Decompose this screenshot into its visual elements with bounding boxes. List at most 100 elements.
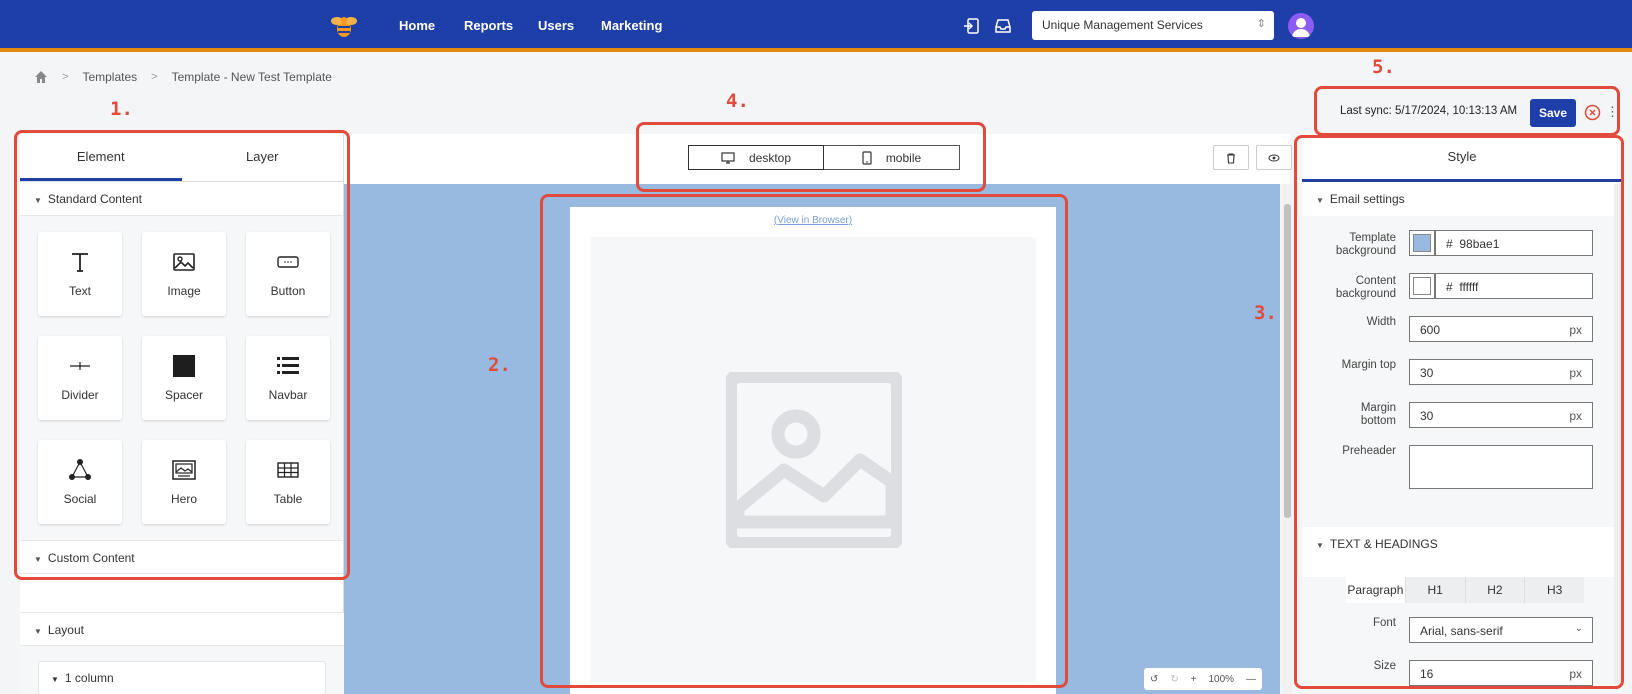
tab-layer[interactable]: Layer (182, 134, 344, 181)
preview-button[interactable] (1256, 145, 1292, 170)
section-title: Standard Content (47, 192, 142, 206)
chevron-right-icon: > (62, 71, 69, 83)
element-table[interactable]: Table (246, 440, 330, 524)
content-bg-input[interactable]: # ffffff (1435, 273, 1593, 299)
label-width: Width (1366, 316, 1396, 328)
email-settings-form: Template background # 98bae1 Content backg… (1302, 216, 1622, 527)
undo-icon[interactable]: ↺ (1150, 674, 1158, 685)
triangle-down-icon: ▼ (34, 627, 42, 636)
tab-h1[interactable]: H1 (1406, 577, 1466, 603)
save-button[interactable]: Save (1530, 99, 1576, 127)
login-icon[interactable] (962, 16, 982, 36)
element-label: Social (63, 492, 97, 506)
section-title: Email settings (1329, 192, 1405, 206)
breadcrumb: > Templates > Template - New Test Templa… (34, 70, 332, 84)
element-label: Navbar (268, 388, 308, 402)
template-bg-swatch[interactable] (1409, 230, 1435, 256)
desktop-button[interactable]: desktop (688, 145, 824, 170)
view-in-browser-link[interactable]: (View in Browser) (570, 215, 1056, 226)
tab-paragraph[interactable]: Paragraph (1346, 577, 1406, 603)
element-navbar[interactable]: Navbar (246, 336, 330, 420)
section-standard-content[interactable]: ▼ Standard Content (20, 182, 343, 216)
chevron-down-icon: ⌄ (1574, 623, 1583, 634)
content-bg-swatch[interactable] (1409, 273, 1435, 299)
annotation-2: 2. (488, 354, 511, 376)
email-content-area[interactable]: (View in Browser) (570, 207, 1056, 694)
layout-1-column[interactable]: ▼ 1 column (38, 661, 326, 694)
select-caret-icon: ⇕ (1256, 18, 1266, 30)
zoom-out-icon[interactable]: — (1246, 674, 1256, 685)
inbox-icon[interactable] (993, 16, 1013, 36)
annotation-1: 1. (110, 98, 133, 120)
element-label: Button (270, 284, 306, 298)
template-bg-input[interactable]: # 98bae1 (1435, 230, 1593, 256)
canvas-scroll-thumb[interactable] (1284, 204, 1291, 518)
triangle-down-icon: ▼ (1316, 541, 1324, 550)
element-social[interactable]: Social (38, 440, 122, 524)
element-image[interactable]: Image (142, 232, 226, 316)
label-margin-bottom: Margin bottom (1360, 402, 1396, 427)
social-icon (69, 459, 91, 480)
size-input[interactable]: 16 px (1409, 660, 1593, 686)
table-icon (277, 462, 299, 478)
triangle-down-icon: ▼ (34, 196, 42, 205)
element-spacer[interactable]: Spacer (142, 336, 226, 420)
tab-element[interactable]: Element (20, 134, 182, 181)
margin-top-input[interactable]: 30 px (1409, 359, 1593, 385)
section-layout[interactable]: ▼ Layout (20, 612, 344, 646)
section-text-headings[interactable]: ▼ TEXT & HEADINGS (1302, 527, 1622, 561)
layout-item-label: 1 column (64, 671, 114, 685)
section-title: TEXT & HEADINGS (1329, 537, 1438, 551)
home-icon[interactable] (34, 70, 48, 84)
text-style-tabs: Paragraph H1 H2 H3 (1346, 577, 1584, 603)
style-panel: Style ▼ Email settings Template background… (1302, 134, 1622, 694)
zoom-in-icon[interactable]: + (1191, 674, 1197, 685)
divider-icon (70, 362, 90, 370)
label-size: Size (1373, 660, 1396, 672)
redo-icon[interactable]: ↻ (1170, 674, 1178, 685)
label-content-background: Content background (1335, 275, 1396, 300)
tab-h2[interactable]: H2 (1466, 577, 1526, 603)
nav-reports[interactable]: Reports (464, 18, 513, 33)
width-input[interactable]: 600 px (1409, 316, 1593, 342)
image-placeholder[interactable] (590, 237, 1036, 682)
element-button[interactable]: Button (246, 232, 330, 316)
element-hero[interactable]: Hero (142, 440, 226, 524)
annotation-4: 4. (726, 90, 749, 112)
preheader-textarea[interactable] (1409, 445, 1593, 489)
section-custom-content[interactable]: ▼ Custom Content (20, 540, 343, 574)
image-icon (173, 253, 195, 271)
section-title: Custom Content (47, 551, 135, 565)
nav-home[interactable]: Home (399, 18, 435, 33)
user-avatar[interactable] (1288, 13, 1314, 39)
element-label: Text (68, 284, 91, 298)
delete-button[interactable] (1213, 145, 1249, 170)
font-select[interactable]: Arial, sans-serif ⌄ (1409, 617, 1593, 643)
row-template-background: Template background # 98bae1 (1302, 230, 1622, 273)
mobile-icon (862, 150, 872, 165)
spacer-icon (173, 355, 195, 377)
breadcrumb-templates[interactable]: Templates (82, 70, 137, 84)
nav-users[interactable]: Users (538, 18, 574, 33)
nav-marketing[interactable]: Marketing (601, 18, 662, 33)
tab-h3[interactable]: H3 (1525, 577, 1584, 603)
section-email-settings[interactable]: ▼ Email settings (1302, 182, 1622, 216)
mobile-button[interactable]: mobile (824, 145, 960, 170)
element-label: Divider (61, 388, 99, 402)
row-width: Width 600 px (1302, 316, 1622, 359)
row-preheader: Preheader (1302, 445, 1622, 527)
layout-list: ▼ 1 column (20, 646, 344, 694)
elements-panel: Element Layer ▼ Standard Content Text Ima… (20, 134, 344, 694)
desktop-icon (721, 151, 735, 164)
bee-logo-icon[interactable] (330, 12, 358, 40)
tab-style[interactable]: Style (1302, 134, 1622, 182)
close-icon[interactable] (1584, 104, 1601, 121)
style-panel-scrollbar[interactable] (1614, 184, 1622, 684)
zoom-controls: ↺ ↻ + 100% — (1144, 668, 1262, 690)
element-text[interactable]: Text (38, 232, 122, 316)
element-divider[interactable]: Divider (38, 336, 122, 420)
margin-bottom-input[interactable]: 30 px (1409, 402, 1593, 428)
more-vertical-icon[interactable]: ⋮ (1606, 104, 1619, 120)
organization-select[interactable]: Unique Management Services ⇕ (1032, 11, 1274, 40)
mobile-label: mobile (885, 150, 922, 165)
